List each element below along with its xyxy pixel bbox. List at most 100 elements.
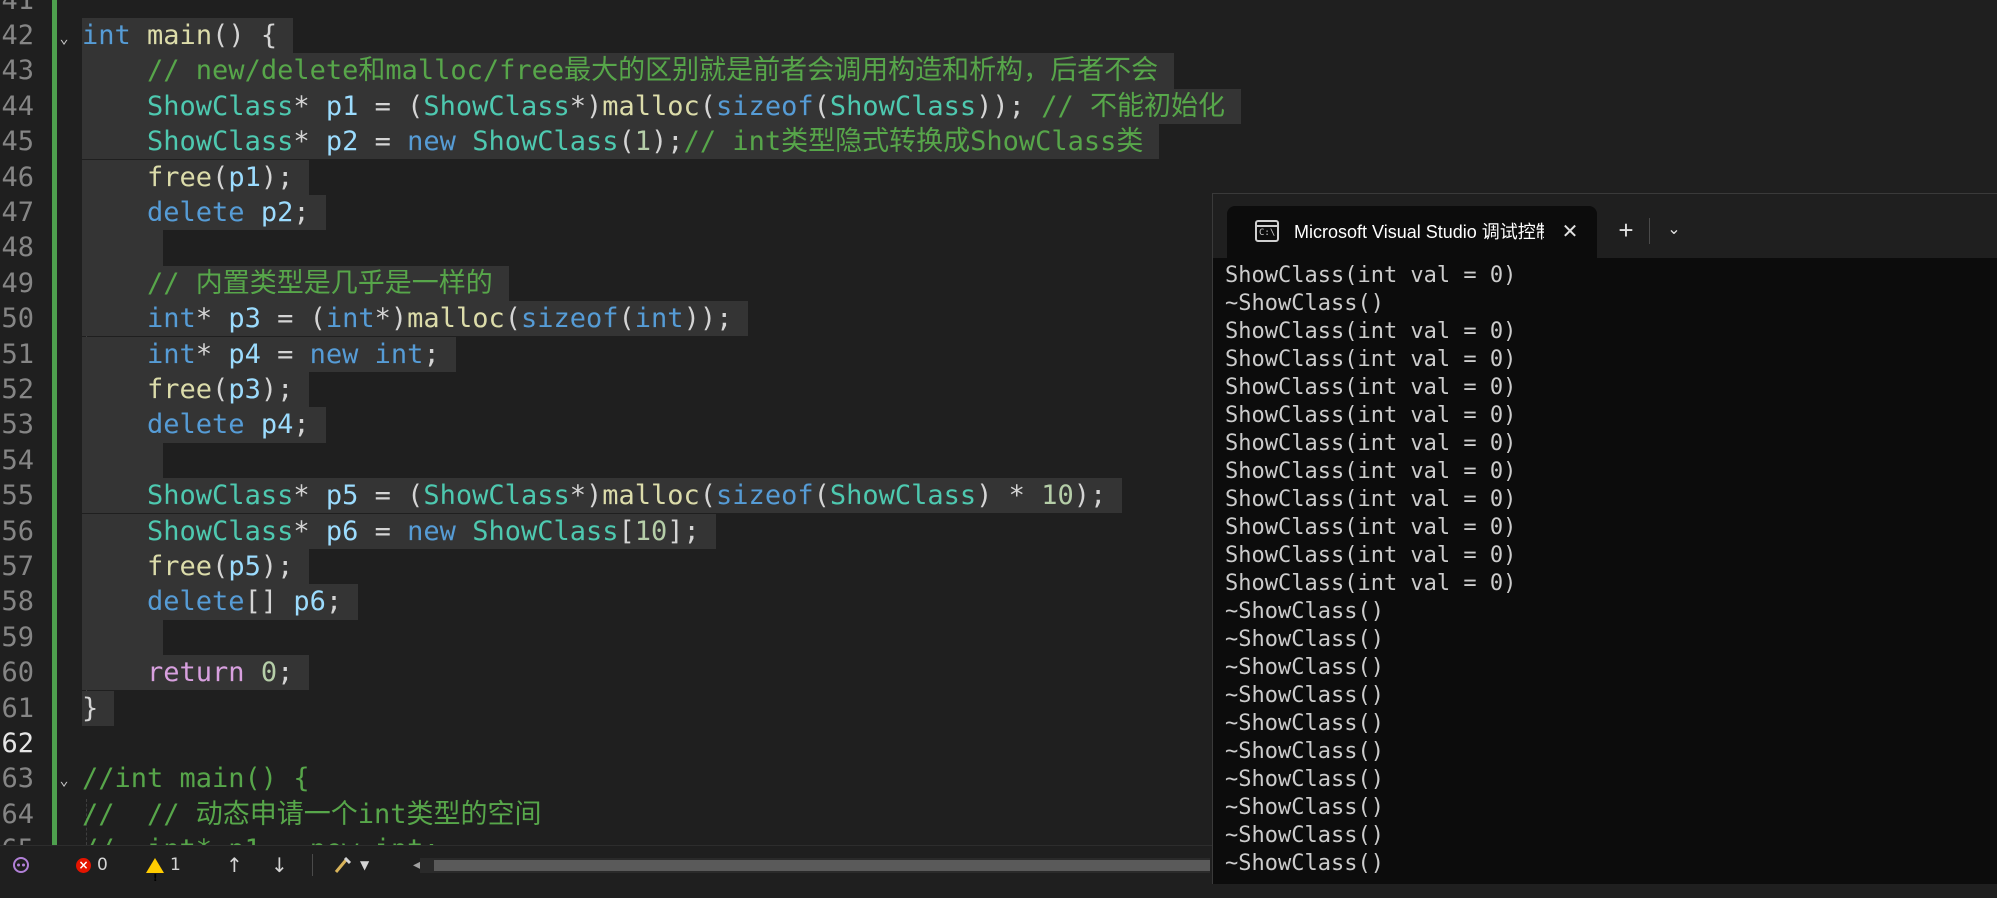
debug-console-window[interactable]: C:\ Microsoft Visual Studio 调试控制台 ✕ + ⌄ … bbox=[1212, 193, 1997, 884]
code-token: ( bbox=[618, 303, 635, 335]
close-tab-icon[interactable]: ✕ bbox=[1555, 206, 1585, 258]
code-line[interactable] bbox=[82, 0, 98, 18]
code-line[interactable] bbox=[82, 442, 164, 479]
code-token: new bbox=[309, 338, 359, 370]
code-token: *) bbox=[569, 480, 603, 512]
code-line[interactable]: int* p3 = (int*)malloc(sizeof(int)); bbox=[82, 301, 749, 337]
code-line[interactable]: delete p4; bbox=[82, 407, 326, 443]
code-token: p3 bbox=[228, 373, 261, 405]
code-line[interactable]: // int* p1 = new int; bbox=[82, 832, 456, 845]
code-token: ]; bbox=[667, 515, 700, 547]
line-number: 42 bbox=[1, 19, 34, 51]
code-token: } bbox=[82, 692, 99, 724]
code-line[interactable]: delete p2; bbox=[82, 194, 326, 231]
code-token: p6 bbox=[325, 515, 359, 547]
horizontal-scrollbar-thumb[interactable] bbox=[434, 860, 1210, 871]
line-number: 44 bbox=[1, 90, 34, 122]
dropdown-arrow-icon: ▼ bbox=[360, 858, 370, 872]
code-token: = bbox=[260, 338, 310, 370]
code-token: //int main() { bbox=[82, 763, 310, 795]
code-line[interactable]: } bbox=[82, 690, 115, 726]
code-token: // int* p1 = new int; bbox=[82, 834, 440, 845]
warning-count[interactable]: ! 1 bbox=[146, 846, 181, 884]
previous-issue-button[interactable]: ↑ bbox=[226, 846, 243, 884]
code-line[interactable]: delete[] p6; bbox=[82, 584, 359, 620]
code-line[interactable]: ShowClass* p5 = (ShowClass*)malloc(sizeo… bbox=[82, 478, 1123, 514]
line-number: 61 bbox=[1, 692, 34, 724]
console-output-line: ShowClass(int val = 0) bbox=[1225, 543, 1517, 568]
code-line[interactable]: free(p3); bbox=[82, 371, 310, 408]
code-token: delete bbox=[147, 586, 245, 618]
console-output-line: ShowClass(int val = 0) bbox=[1225, 263, 1517, 288]
code-token: // 内置类型是几乎是一样的 bbox=[147, 267, 493, 299]
code-line[interactable]: ShowClass* p6 = new ShowClass[10]; bbox=[82, 513, 716, 549]
code-token: delete bbox=[147, 196, 245, 228]
code-line[interactable]: int* p4 = new int; bbox=[82, 336, 456, 372]
code-token: = bbox=[358, 515, 408, 547]
code-token: * bbox=[293, 515, 326, 547]
code-token: * bbox=[195, 303, 229, 335]
code-token: ) * bbox=[976, 480, 1042, 512]
new-tab-button[interactable]: + bbox=[1606, 208, 1646, 252]
code-token: free bbox=[147, 373, 213, 405]
code-token: ( bbox=[813, 480, 830, 512]
code-line[interactable]: free(p5); bbox=[82, 548, 310, 585]
chevron-down-icon[interactable]: ⌄ bbox=[1654, 208, 1694, 252]
warning-icon: ! bbox=[146, 857, 164, 884]
line-number-gutter: 41 42 43 44 45 46 47 48 49 50 51 52 53 54 55 56 57 58 59 60… bbox=[0, 0, 44, 845]
code-line[interactable]: //int main() { bbox=[82, 761, 326, 796]
code-token: ); bbox=[651, 126, 684, 158]
code-token: new bbox=[407, 515, 456, 547]
code-line[interactable]: free(p1); bbox=[82, 159, 310, 195]
code-line[interactable]: // new/delete和malloc/free最大的区别就是前者会调用构造和… bbox=[82, 53, 1175, 89]
code-token: free bbox=[147, 161, 213, 193]
code-line[interactable] bbox=[82, 619, 164, 656]
line-number: 49 bbox=[1, 267, 34, 299]
code-line[interactable]: // // 动态申请一个int类型的空间 bbox=[82, 797, 558, 832]
code-token: )); bbox=[683, 303, 733, 335]
code-token: ); bbox=[1073, 480, 1107, 512]
fold-chevron-icon[interactable]: ⌄ bbox=[56, 763, 72, 798]
code-token: sizeof bbox=[520, 303, 619, 335]
console-output-line: ShowClass(int val = 0) bbox=[1225, 319, 1517, 344]
code-token: ); bbox=[260, 161, 294, 193]
code-token: free bbox=[147, 550, 213, 582]
console-output-line: ~ShowClass() bbox=[1225, 627, 1384, 652]
line-number: 45 bbox=[1, 126, 34, 158]
code-line[interactable]: int main() { bbox=[82, 17, 294, 54]
code-token: // 不能初始化 bbox=[1041, 90, 1225, 122]
code-cleanup-button[interactable]: ▼ bbox=[332, 846, 369, 884]
terminal-tab-title: Microsoft Visual Studio 调试控制台 bbox=[1294, 222, 1544, 242]
code-line[interactable]: return 0; bbox=[82, 655, 310, 691]
copilot-icon[interactable] bbox=[10, 846, 32, 884]
fold-chevron-icon[interactable]: ⌄ bbox=[56, 21, 72, 56]
next-issue-button[interactable]: ↓ bbox=[271, 846, 288, 884]
code-line[interactable]: ShowClass* p1 = (ShowClass*)malloc(sizeo… bbox=[82, 88, 1241, 125]
code-token: int bbox=[147, 303, 196, 335]
console-output[interactable]: ShowClass(int val = 0) ~ShowClass() ShowCl… bbox=[1225, 262, 1995, 878]
line-number: 62 bbox=[1, 727, 34, 759]
code-token: * bbox=[293, 126, 326, 158]
code-token: ShowClass bbox=[829, 90, 977, 122]
code-line[interactable] bbox=[82, 230, 164, 266]
console-icon: C:\ bbox=[1255, 220, 1279, 242]
code-line[interactable]: // 内置类型是几乎是一样的 bbox=[82, 265, 509, 302]
code-line[interactable] bbox=[82, 726, 98, 761]
code-line[interactable]: ShowClass* p2 = new ShowClass(1);// int类… bbox=[82, 124, 1160, 160]
terminal-tab[interactable]: C:\ Microsoft Visual Studio 调试控制台 ✕ bbox=[1227, 206, 1597, 258]
code-token: main bbox=[147, 19, 213, 51]
line-number: 64 bbox=[1, 798, 34, 830]
code-token: ; bbox=[293, 196, 310, 228]
error-count[interactable]: × 0 bbox=[76, 846, 108, 884]
